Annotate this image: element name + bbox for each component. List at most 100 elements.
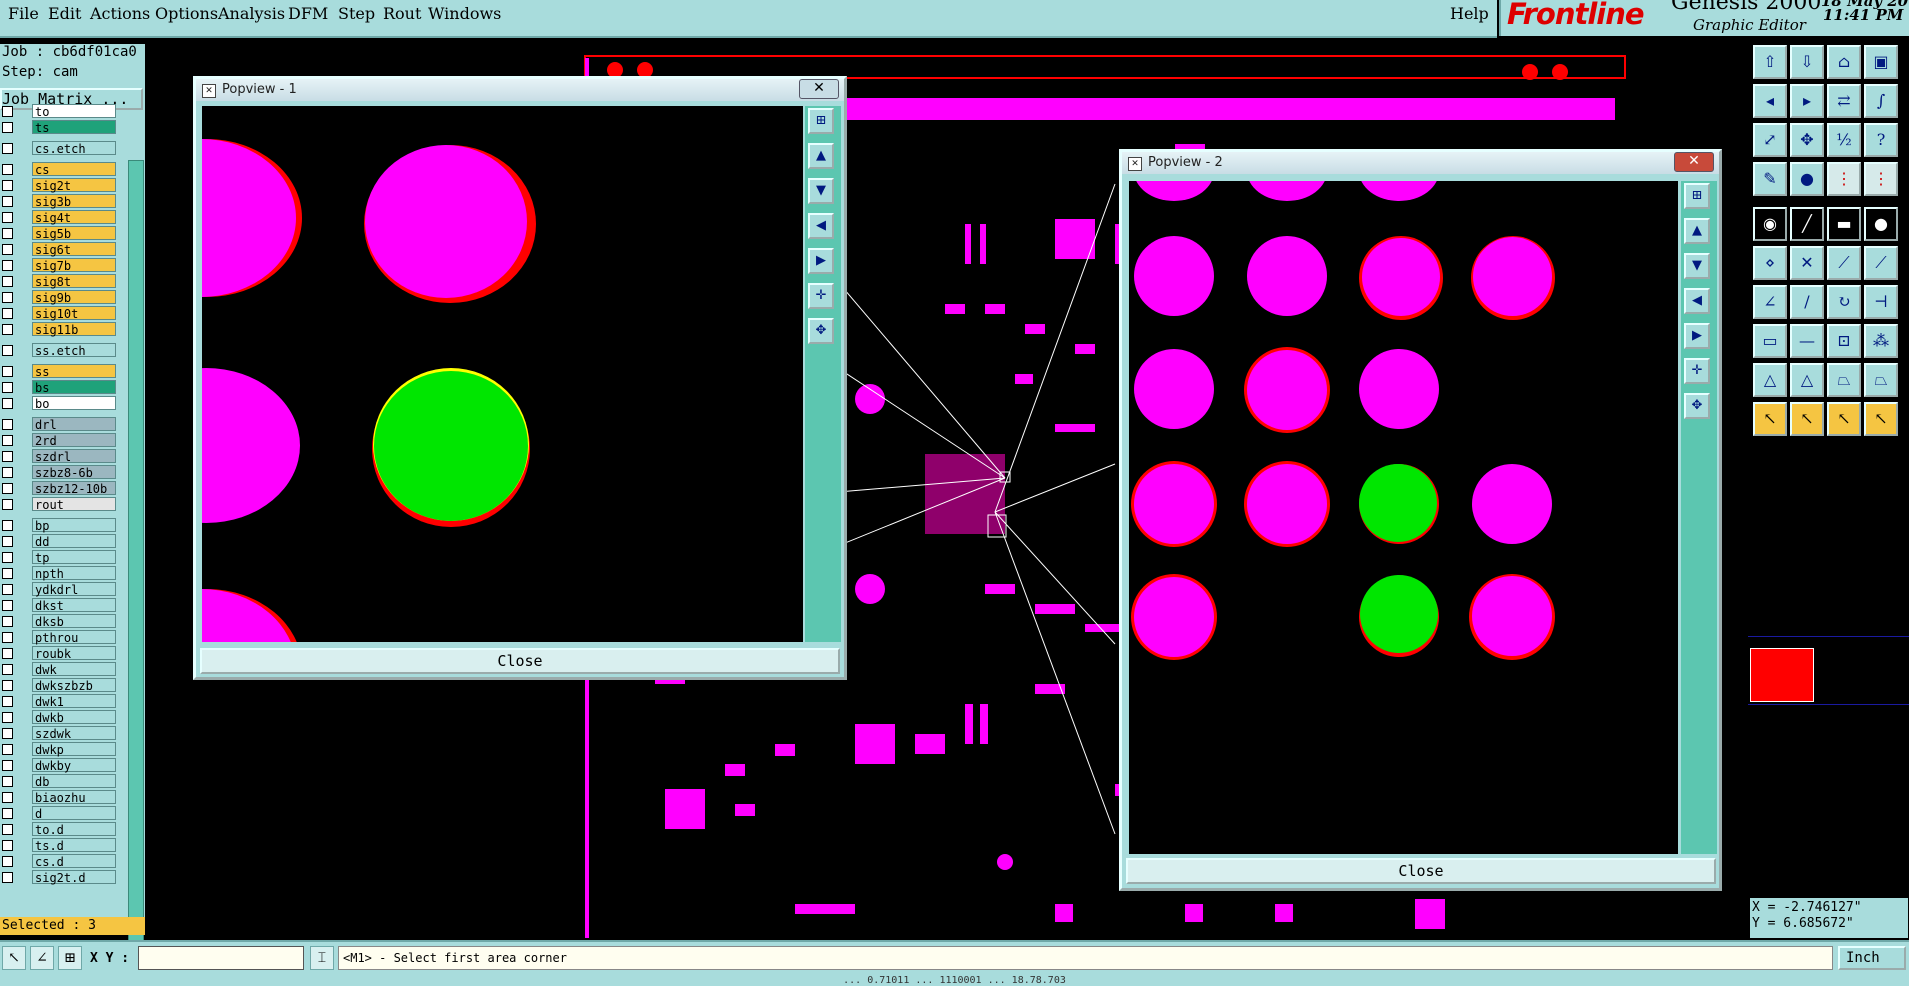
layer-label[interactable]: szbz8-6b [32, 465, 116, 480]
layer-checkbox[interactable] [2, 856, 13, 867]
trapezoid-icon[interactable]: ⏢ [1827, 363, 1861, 397]
layer-checkbox[interactable] [2, 308, 13, 319]
layer-row[interactable]: szbz12-10b [0, 481, 120, 496]
layer-label[interactable]: dksb [32, 614, 116, 629]
layer-row[interactable]: dwkb [0, 710, 120, 725]
layer-label[interactable]: ts [32, 120, 116, 135]
menu-windows[interactable]: Windows [428, 4, 501, 23]
menu-edit[interactable]: Edit [48, 4, 81, 23]
layer-label[interactable]: dwk1 [32, 694, 116, 709]
pan-up-icon[interactable]: ▲ [808, 143, 834, 169]
layer-label[interactable]: cs [32, 162, 116, 177]
layer-checkbox[interactable] [2, 792, 13, 803]
layer-checkbox[interactable] [2, 680, 13, 691]
layer-row[interactable]: cs.etch [0, 141, 120, 156]
bracket-icon[interactable]: ⊡ [1827, 324, 1861, 358]
layer-label[interactable]: dwkp [32, 742, 116, 757]
layer-label[interactable]: sig4t [32, 210, 116, 225]
layer-row[interactable]: sig7b [0, 258, 120, 273]
dot-icon[interactable]: ● [1864, 207, 1898, 241]
color-swatch[interactable] [1750, 648, 1814, 702]
layer-row[interactable]: dd [0, 534, 120, 549]
pan-up-icon[interactable]: ▲ [1684, 218, 1710, 244]
layer-label[interactable]: dwk [32, 662, 116, 677]
fit-icon[interactable]: ⤢ [1753, 123, 1787, 157]
menu-help[interactable]: Help [1450, 4, 1489, 23]
layer-row[interactable]: ts.d [0, 838, 120, 853]
layer-label[interactable]: szbz12-10b [32, 481, 116, 496]
layer-row[interactable]: sig11b [0, 322, 120, 337]
cluster-icon[interactable]: ⁂ [1864, 324, 1898, 358]
scale-icon[interactable]: ½ [1827, 123, 1861, 157]
units-selector[interactable]: Inch [1838, 946, 1906, 970]
layer-row[interactable]: 2rd [0, 433, 120, 448]
layer-row[interactable]: rout [0, 497, 120, 512]
layer-checkbox[interactable] [2, 872, 13, 883]
menu-actions[interactable]: Actions [90, 4, 150, 23]
layer-label[interactable]: biaozhu [32, 790, 116, 805]
measure-icon[interactable]: ∠ [30, 946, 54, 970]
layer-checkbox[interactable] [2, 276, 13, 287]
layer-row[interactable]: ss.etch [0, 343, 120, 358]
layer-checkbox[interactable] [2, 664, 13, 675]
triangle-icon[interactable]: △ [1753, 363, 1787, 397]
layer-checkbox[interactable] [2, 398, 13, 409]
connect-icon[interactable]: ⟋ [1827, 246, 1861, 280]
layer-row[interactable]: cs [0, 162, 120, 177]
pointer3-icon[interactable]: ↖ [1827, 402, 1861, 436]
slash-icon[interactable]: / [1790, 285, 1824, 319]
layer-row[interactable]: sig10t [0, 306, 120, 321]
reshape-icon[interactable]: ∫ [1864, 84, 1898, 118]
layer-checkbox[interactable] [2, 435, 13, 446]
close-icon[interactable]: ✕ [799, 79, 839, 99]
layer-checkbox[interactable] [2, 382, 13, 393]
pan-down-icon[interactable]: ▼ [808, 178, 834, 204]
menu-step[interactable]: Step [338, 4, 375, 23]
layer-checkbox[interactable] [2, 419, 13, 430]
trapezoid2-icon[interactable]: ⏢ [1864, 363, 1898, 397]
layer-checkbox[interactable] [2, 808, 13, 819]
line-add-icon[interactable]: ╱ [1790, 207, 1824, 241]
angle-icon[interactable]: ∠ [1753, 285, 1787, 319]
layer-row[interactable]: to.d [0, 822, 120, 837]
layer-label[interactable]: sig5b [32, 226, 116, 241]
layer-label[interactable]: ts.d [32, 838, 116, 853]
layer-row[interactable]: sig2t.d [0, 870, 120, 885]
layer-row[interactable]: ydkdrl [0, 582, 120, 597]
layer-row[interactable]: sig2t [0, 178, 120, 193]
layer-label[interactable]: dkst [32, 598, 116, 613]
layer-row[interactable]: ts [0, 120, 120, 135]
right-icon[interactable]: ▸ [1790, 84, 1824, 118]
layer-label[interactable]: sig11b [32, 322, 116, 337]
surface-icon[interactable]: ▭ [1753, 324, 1787, 358]
grid-icon[interactable]: ⊞ [58, 946, 82, 970]
layer-label[interactable]: npth [32, 566, 116, 581]
layer-label[interactable]: dwkby [32, 758, 116, 773]
layer-row[interactable]: sig6t [0, 242, 120, 257]
layer-checkbox[interactable] [2, 212, 13, 223]
layer-checkbox[interactable] [2, 760, 13, 771]
layer-label[interactable]: to [32, 104, 116, 119]
layer-row[interactable]: pthrou [0, 630, 120, 645]
node-icon[interactable]: ⋄ [1753, 246, 1787, 280]
layer-label[interactable]: dwkb [32, 710, 116, 725]
layer-row[interactable]: roubk [0, 646, 120, 661]
layer-label[interactable]: ss [32, 364, 116, 379]
layer-checkbox[interactable] [2, 228, 13, 239]
layer-row[interactable]: sig3b [0, 194, 120, 209]
pointer4-icon[interactable]: ↖ [1864, 402, 1898, 436]
layer-checkbox[interactable] [2, 345, 13, 356]
layer-label[interactable]: tp [32, 550, 116, 565]
popview-1-canvas[interactable] [202, 106, 803, 642]
layer-row[interactable]: to [0, 104, 120, 119]
layer-checkbox[interactable] [2, 122, 13, 133]
layer-checkbox[interactable] [2, 744, 13, 755]
layer-checkbox[interactable] [2, 366, 13, 377]
measure-icon[interactable]: ✎ [1753, 162, 1787, 196]
layer-checkbox[interactable] [2, 180, 13, 191]
layer-label[interactable]: bo [32, 396, 116, 411]
layer-label[interactable]: ss.etch [32, 343, 116, 358]
layer-label[interactable]: sig10t [32, 306, 116, 321]
layer-label[interactable]: drl [32, 417, 116, 432]
layer-checkbox[interactable] [2, 632, 13, 643]
